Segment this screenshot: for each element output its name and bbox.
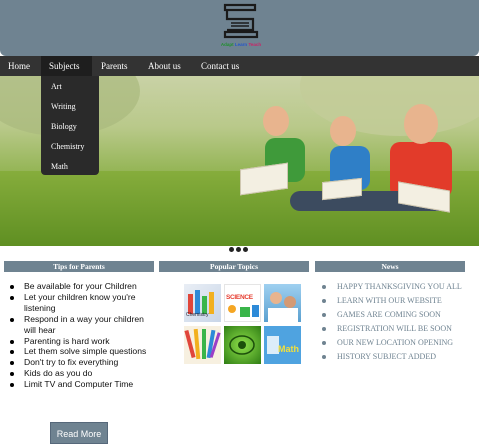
nav-about-us[interactable]: About us — [140, 56, 189, 76]
kids-thumbnail[interactable] — [264, 284, 301, 322]
news-item[interactable]: OUR NEW LOCATION OPENING — [320, 338, 470, 349]
chemistry-thumbnail[interactable]: Chemistry — [184, 284, 221, 322]
tips-list: Be available for your Children Let your … — [8, 281, 158, 390]
dropdown-item-writing[interactable]: Writing — [51, 102, 76, 111]
paint-brushes-icon — [184, 328, 221, 360]
math-label: Math — [278, 344, 299, 354]
cell-icon — [229, 335, 255, 355]
tip-item: Let them solve simple questions — [8, 346, 158, 357]
child-face-icon — [270, 292, 282, 304]
tip-item: Respond in a way your children will hear — [8, 314, 158, 336]
child-face-icon — [284, 296, 296, 308]
kid-head — [330, 116, 356, 146]
kid-head — [263, 106, 289, 136]
tip-item: Be available for your Children — [8, 281, 158, 292]
science-planet-icon — [228, 305, 236, 313]
news-item[interactable]: HAPPY THANKSGIVING YOU ALL — [320, 282, 470, 293]
kids-shirts — [268, 308, 298, 322]
read-more-button[interactable]: Read More — [50, 422, 108, 444]
math-thumbnail[interactable]: Math — [264, 326, 301, 364]
nav-parents[interactable]: Parents — [93, 56, 136, 76]
biology-thumbnail[interactable] — [224, 326, 261, 364]
dropdown-item-art[interactable]: Art — [51, 82, 62, 91]
science-label: SCIENCE — [226, 294, 253, 301]
tip-item: Kids do as you do — [8, 368, 158, 379]
tip-item: Don't try to fix everything — [8, 357, 158, 368]
art-thumbnail[interactable] — [184, 326, 221, 364]
topics-heading: Popular Topics — [159, 261, 309, 272]
nav-subjects[interactable]: Subjects — [41, 56, 92, 76]
science-flask-icon — [252, 305, 259, 317]
news-item[interactable]: GAMES ARE COMING SOON — [320, 310, 470, 321]
nav-contact-us[interactable]: Contact us — [193, 56, 247, 76]
logo-word-1: Adapt — [220, 42, 234, 47]
nav-home[interactable]: Home — [0, 56, 38, 76]
tip-item: Parenting is hard work — [8, 336, 158, 347]
slider-dots — [229, 239, 250, 252]
logo-tagline: Adapt Learn Teach — [215, 42, 267, 47]
site-logo[interactable]: Adapt Learn Teach — [215, 2, 267, 54]
science-atom-icon — [240, 307, 250, 317]
news-item[interactable]: REGISTRATION WILL BE SOON — [320, 324, 470, 335]
background-foliage — [300, 76, 479, 136]
tips-heading: Tips for Parents — [4, 261, 154, 272]
dropdown-item-math[interactable]: Math — [51, 162, 68, 171]
subjects-dropdown: Art Writing Biology Chemistry Math — [41, 76, 99, 175]
news-item[interactable]: LEARN WITH OUR WEBSITE — [320, 296, 470, 307]
kid-head — [404, 104, 438, 144]
tip-item: Let your children know you're listening — [8, 292, 158, 314]
slider-dot[interactable] — [229, 247, 234, 252]
main-nav: Home Subjects Parents About us Contact u… — [0, 56, 479, 76]
news-heading: News — [315, 261, 465, 272]
chemistry-label: Chemistry — [186, 312, 209, 318]
tip-item: Limit TV and Computer Time — [8, 379, 158, 390]
news-list: HAPPY THANKSGIVING YOU ALL LEARN WITH OU… — [320, 282, 470, 366]
dropdown-item-biology[interactable]: Biology — [51, 122, 77, 131]
science-thumbnail[interactable]: SCIENCE — [224, 284, 261, 322]
dropdown-item-chemistry[interactable]: Chemistry — [51, 142, 84, 151]
slider-dot[interactable] — [243, 247, 248, 252]
slider-dot[interactable] — [236, 247, 241, 252]
news-item[interactable]: HISTORY SUBJECT ADDED — [320, 352, 470, 363]
site-header: Adapt Learn Teach — [0, 0, 479, 56]
book-stack-logo-icon — [223, 3, 259, 39]
logo-word-3: Teach — [248, 42, 262, 47]
logo-word-2: Learn — [234, 42, 248, 47]
